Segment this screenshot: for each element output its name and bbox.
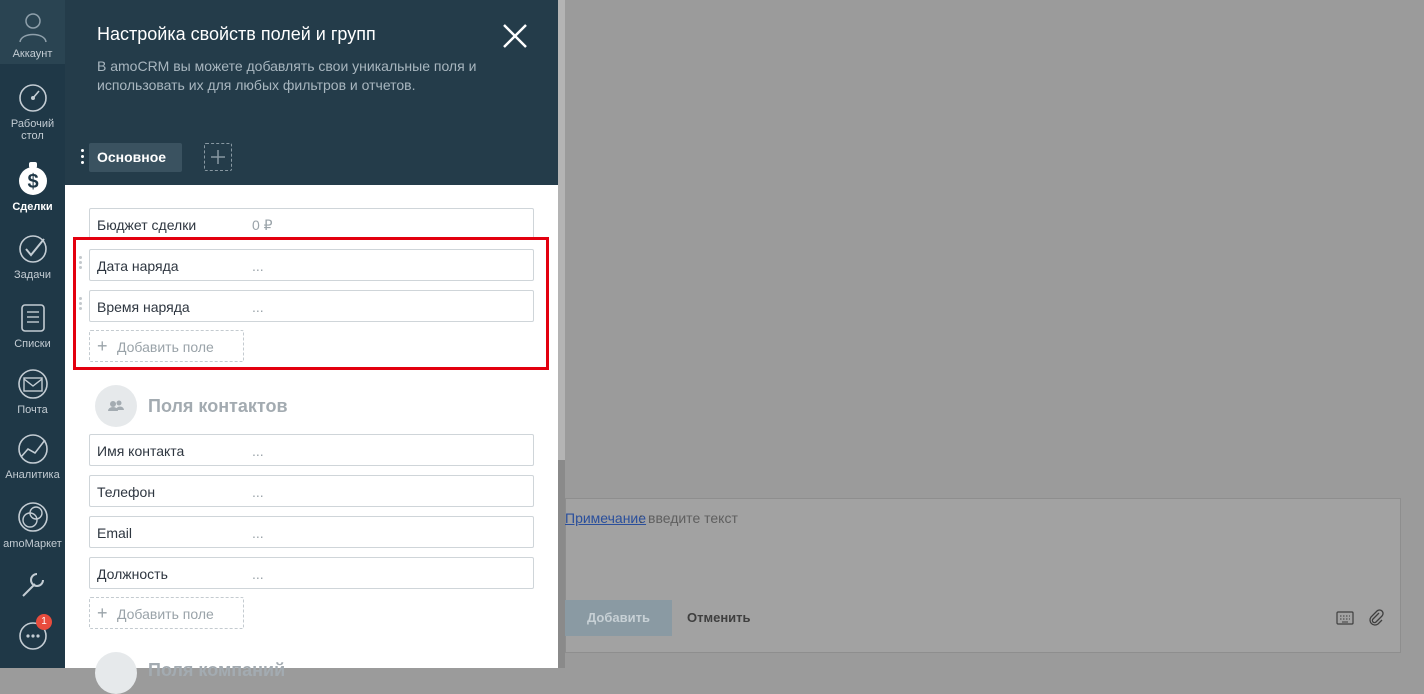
note-type-link[interactable]: Примечание	[565, 510, 646, 526]
market-icon	[17, 502, 48, 532]
field-name: Телефон	[97, 484, 156, 500]
field-value: ...	[252, 566, 264, 582]
field-phone[interactable]: Телефон ...	[89, 475, 534, 507]
field-email[interactable]: Email ...	[89, 516, 534, 548]
sidebar-item-mail[interactable]: Почта	[0, 368, 65, 416]
field-name: Бюджет сделки	[97, 217, 197, 233]
sidebar-item-account[interactable]: Аккаунт	[0, 0, 65, 64]
tab-main[interactable]: Основное	[89, 143, 182, 172]
sidebar-item-chat[interactable]	[0, 620, 65, 656]
field-value: 0 ₽	[252, 217, 273, 233]
note-colon: :	[639, 510, 643, 526]
field-name: Должность	[97, 566, 168, 582]
sidebar-item-label: Рабочий стол	[10, 118, 55, 142]
sidebar-item-lists[interactable]: Списки	[0, 302, 65, 350]
field-position[interactable]: Должность ...	[89, 557, 534, 589]
chat-badge: 1	[36, 614, 52, 630]
mail-icon	[17, 369, 48, 399]
field-value: ...	[252, 484, 264, 500]
field-contact-name[interactable]: Имя контакта ...	[89, 434, 534, 466]
field-name: Email	[97, 525, 133, 541]
sidebar-item-tasks[interactable]: Задачи	[0, 233, 65, 281]
account-icon	[18, 13, 47, 43]
close-icon[interactable]	[501, 22, 529, 50]
sidebar: Аккаунт Рабочий стол $ Сделки Задачи Спи…	[0, 0, 65, 668]
add-tab-button[interactable]	[204, 143, 232, 171]
add-field-label: Добавить поле	[117, 606, 214, 622]
panel-title: Настройка свойств полей и групп	[97, 24, 376, 44]
attach-icon[interactable]	[1368, 609, 1384, 627]
tasks-icon	[18, 235, 47, 263]
sidebar-item-label: Аналитика	[5, 469, 60, 481]
sidebar-item-label: Аккаунт	[12, 48, 53, 60]
panel-header: Настройка свойств полей и групп В amoCRM…	[65, 0, 558, 185]
lists-icon	[20, 304, 45, 332]
contacts-section-icon	[95, 385, 137, 427]
sidebar-item-settings[interactable]	[0, 570, 65, 604]
sidebar-item-analytics[interactable]: Аналитика	[0, 433, 65, 481]
analytics-icon	[17, 434, 48, 464]
field-value: ...	[252, 443, 264, 459]
add-contact-field-button[interactable]: + Добавить поле	[89, 597, 244, 629]
plus-icon	[211, 150, 225, 164]
tab-drag-handle[interactable]	[81, 149, 85, 167]
sidebar-item-market[interactable]: amoМаркет	[0, 500, 65, 550]
field-value: ...	[252, 525, 264, 541]
keyboard-icon[interactable]	[1336, 611, 1354, 625]
companies-section-title: Поля компаний	[148, 660, 286, 680]
deals-icon: $	[18, 162, 47, 195]
field-name: Имя контакта	[97, 443, 185, 459]
contacts-icon	[108, 400, 124, 411]
sidebar-item-label: Списки	[14, 338, 51, 350]
field-budget[interactable]: Бюджет сделки 0 ₽	[89, 208, 534, 240]
cancel-note-button[interactable]: Отменить	[687, 610, 751, 625]
sidebar-item-deals[interactable]: $ Сделки	[0, 161, 65, 213]
field-settings-panel: Настройка свойств полей и групп В amoCRM…	[65, 0, 558, 694]
dashboard-icon	[18, 84, 47, 112]
sidebar-item-label: Задачи	[14, 269, 51, 281]
companies-section-icon	[95, 652, 137, 694]
settings-icon	[21, 573, 44, 597]
highlight-box	[73, 237, 549, 370]
plus-icon: +	[97, 603, 108, 623]
svg-text:$: $	[27, 171, 38, 193]
sidebar-item-label: Сделки	[12, 201, 53, 213]
add-note-button[interactable]: Добавить	[565, 600, 672, 636]
sidebar-item-dashboard[interactable]: Рабочий стол	[0, 82, 65, 142]
scrollbar-thumb[interactable]	[558, 0, 565, 460]
note-placeholder[interactable]: введите текст	[648, 510, 738, 526]
sidebar-item-label: Почта	[17, 404, 48, 416]
contacts-section-title: Поля контактов	[148, 396, 288, 416]
sidebar-item-label: amoМаркет	[3, 538, 62, 550]
panel-subtitle: В amoCRM вы можете добавлять свои уникал…	[97, 58, 477, 93]
